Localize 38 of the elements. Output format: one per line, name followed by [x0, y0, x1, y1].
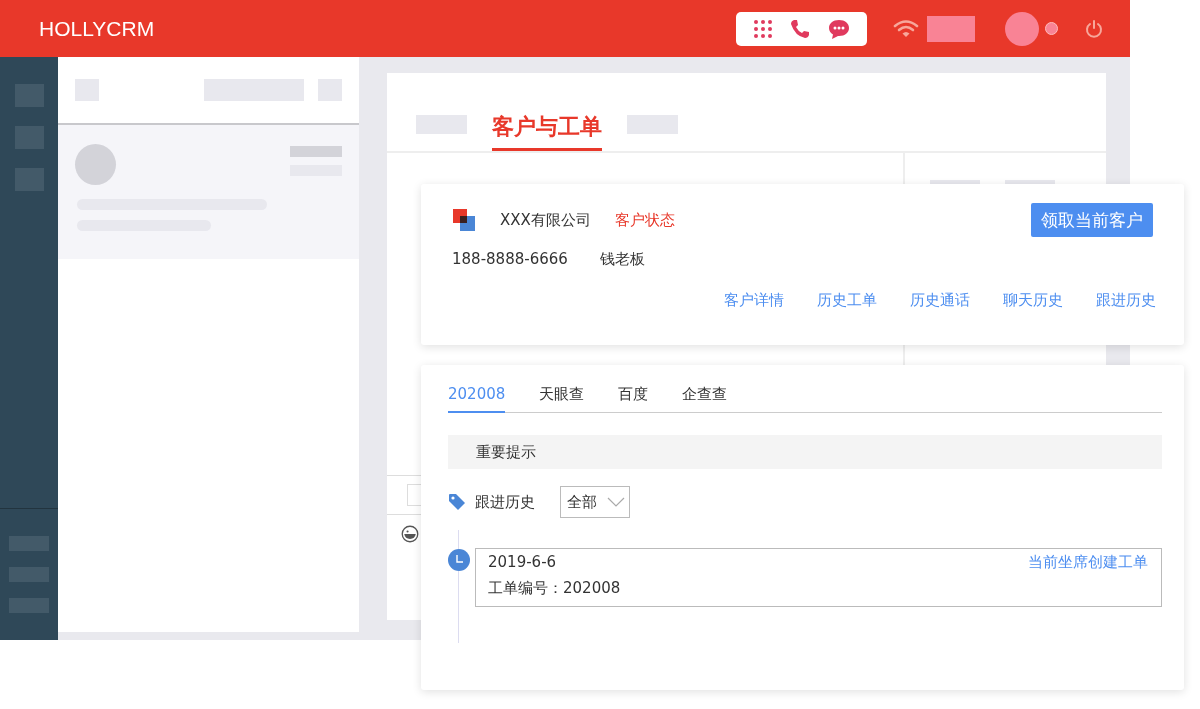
link[interactable]: 历史通话	[910, 291, 970, 310]
entry-date: 2019-6-6	[488, 553, 557, 572]
emoji-icon[interactable]	[401, 525, 419, 543]
dialpad-icon[interactable]	[752, 18, 773, 39]
phone-icon[interactable]	[790, 18, 811, 39]
customer-status: 客户状态	[614, 210, 675, 230]
company-logo-icon	[452, 208, 476, 232]
link[interactable]: 客户详情	[724, 291, 784, 310]
link[interactable]: 跟进历史	[1096, 291, 1156, 310]
power-icon[interactable]	[1084, 18, 1104, 39]
ticket-number: 工单编号：202008	[488, 579, 622, 598]
logo-text: HOLLYCRM	[39, 16, 155, 41]
tab[interactable]: 企查查	[682, 383, 728, 412]
tab[interactable]: 天眼查	[539, 383, 585, 412]
tab[interactable]: 客户与工单	[492, 112, 602, 151]
status-dot	[1045, 22, 1058, 35]
tab[interactable]: 202008	[448, 383, 506, 413]
claim-customer-button[interactable]: 领取当前客户	[1031, 203, 1153, 237]
tab[interactable]: 百度	[618, 383, 649, 412]
avatar[interactable]	[1005, 11, 1039, 46]
chevron-down-icon	[607, 497, 625, 507]
notice-bar: 重要提示	[448, 435, 1162, 469]
section-title: 跟进历史	[475, 492, 535, 512]
list-item[interactable]	[58, 125, 359, 259]
company-name: XXX有限公司	[500, 210, 591, 230]
link[interactable]: 历史工单	[817, 291, 877, 310]
tag-icon	[448, 493, 466, 511]
chat-icon[interactable]	[828, 18, 851, 39]
filter-dropdown[interactable]: 全部	[560, 486, 630, 518]
avatar	[75, 144, 116, 185]
clock-icon	[448, 549, 470, 571]
placeholder-bar	[290, 146, 342, 157]
contact-name: 钱老板	[599, 250, 645, 269]
user-name-placeholder	[927, 15, 975, 42]
link[interactable]: 聊天历史	[1003, 291, 1063, 310]
wifi-icon	[893, 18, 919, 39]
phone-number: 188-8888-6666	[452, 250, 568, 269]
entry-action-link[interactable]: 当前坐席创建工单	[1028, 553, 1148, 572]
